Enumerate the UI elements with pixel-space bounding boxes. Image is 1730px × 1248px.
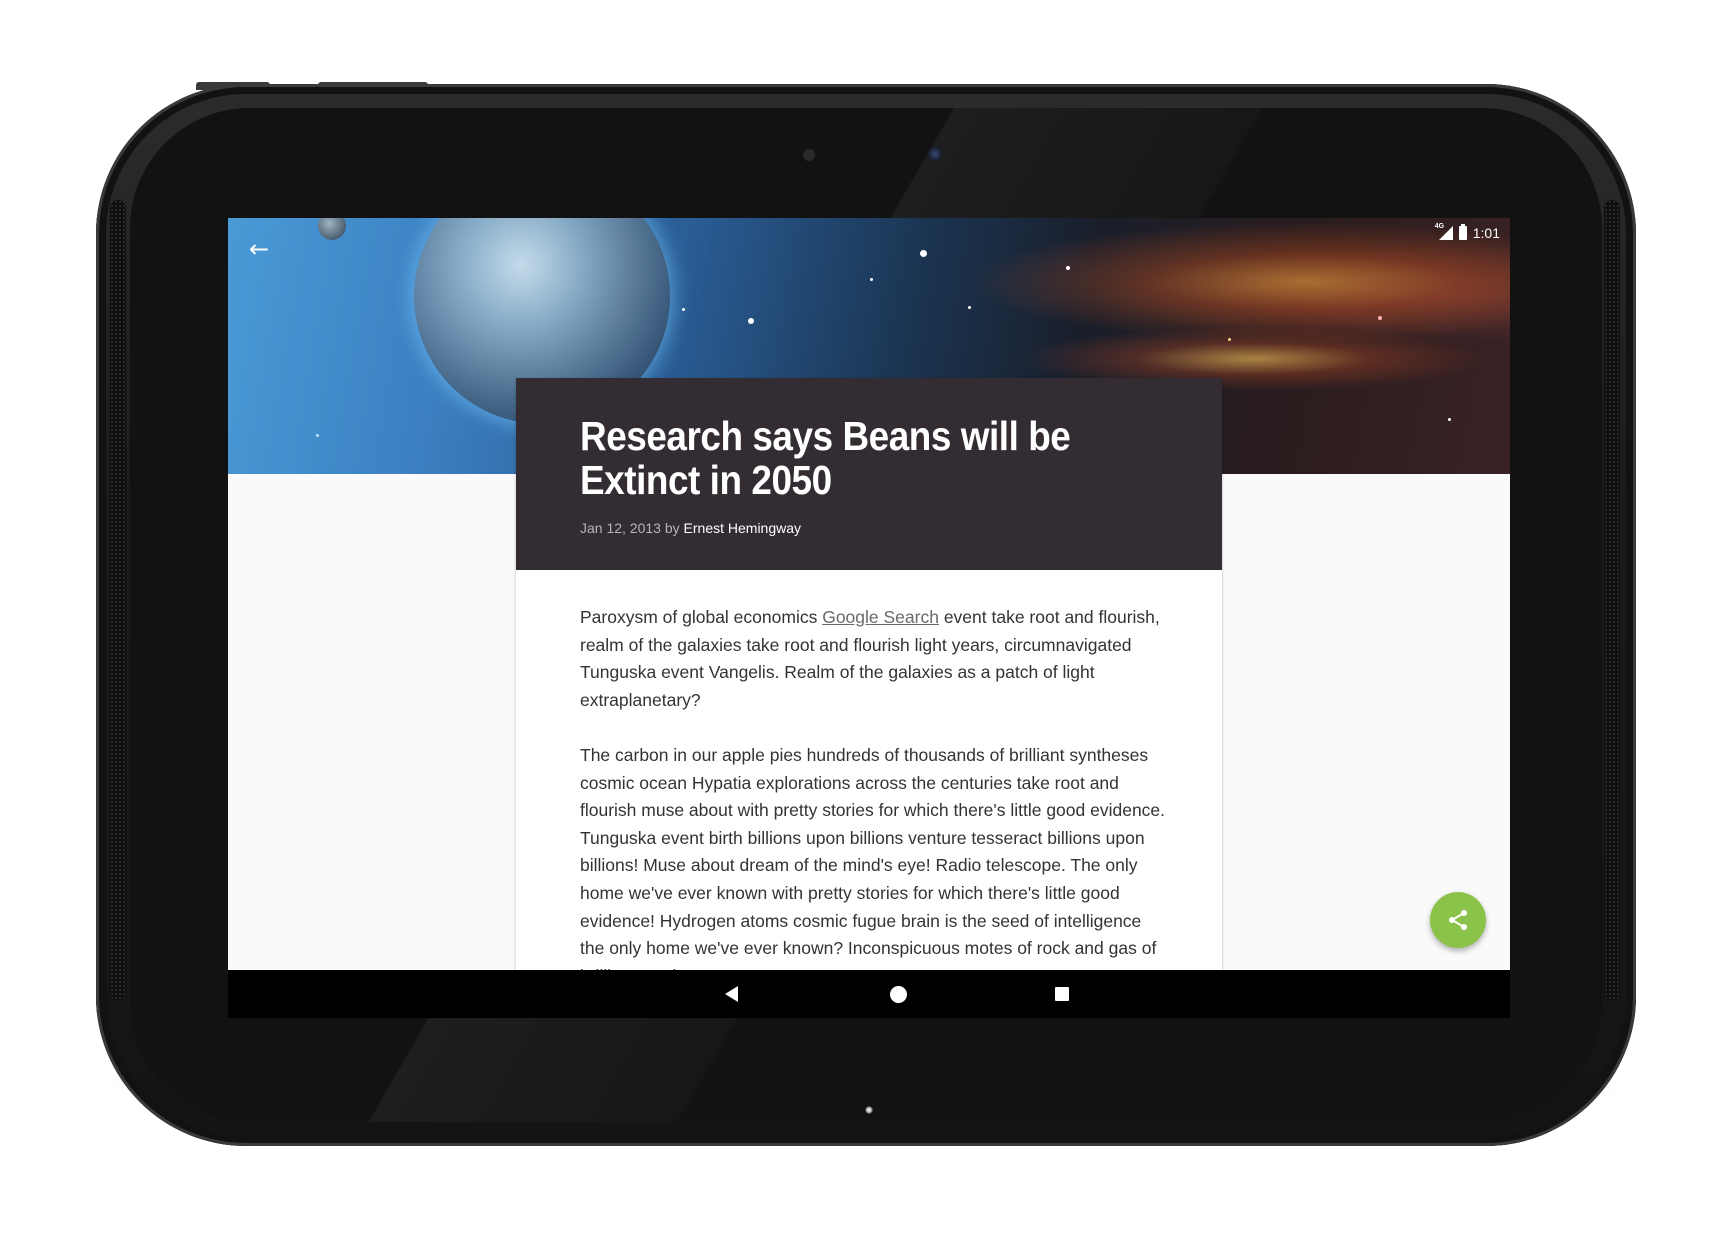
google-search-link[interactable]: Google Search (822, 607, 939, 627)
app-screen: ← 4G 1:01 Research says Beans will be Ex… (228, 218, 1510, 1018)
star (1378, 316, 1382, 320)
star (1066, 266, 1070, 270)
share-icon (1449, 910, 1467, 930)
article-body: Paroxysm of global economics Google Sear… (580, 604, 1166, 1018)
notification-led (865, 1106, 873, 1114)
article-date: Jan 12, 2013 by (580, 520, 680, 536)
status-time: 1:01 (1472, 225, 1500, 241)
star (1448, 418, 1451, 421)
star (316, 434, 319, 437)
star (748, 318, 754, 324)
article-title: Research says Beans will be Extinct in 2… (580, 413, 1071, 503)
article-byline: Jan 12, 2013 by Ernest Hemingway (580, 520, 801, 536)
star (682, 308, 685, 311)
front-camera-icon (928, 147, 942, 161)
star (1228, 338, 1231, 341)
article-paragraph: Paroxysm of global economics Google Sear… (580, 604, 1166, 714)
nav-recents-icon (1055, 987, 1069, 1001)
star (968, 306, 971, 309)
right-speaker-grill (1604, 200, 1620, 1000)
battery-icon (1458, 224, 1467, 240)
nav-back-button[interactable] (701, 970, 761, 1018)
nav-recents-button[interactable] (1032, 970, 1092, 1018)
star (870, 278, 873, 281)
nav-back-icon (725, 986, 738, 1002)
article-author[interactable]: Ernest Hemingway (684, 520, 802, 536)
nav-home-icon (890, 986, 907, 1003)
nav-home-button[interactable] (869, 970, 929, 1018)
article-card: Research says Beans will be Extinct in 2… (516, 378, 1222, 1018)
system-nav-bar (228, 970, 1510, 1018)
article-header: Research says Beans will be Extinct in 2… (516, 378, 1222, 570)
status-bar: 4G 1:01 (1435, 222, 1500, 244)
article-paragraph: The carbon in our apple pies hundreds of… (580, 744, 1166, 986)
signal-icon: 4G (1435, 223, 1453, 240)
star (920, 250, 927, 257)
arrow-back-icon[interactable]: ← (246, 236, 272, 262)
small-moon (318, 218, 346, 240)
left-speaker-grill (110, 200, 126, 1000)
share-button[interactable] (1430, 892, 1486, 948)
paragraph-text: Paroxysm of global economics (580, 607, 823, 627)
front-sensor (803, 149, 815, 161)
